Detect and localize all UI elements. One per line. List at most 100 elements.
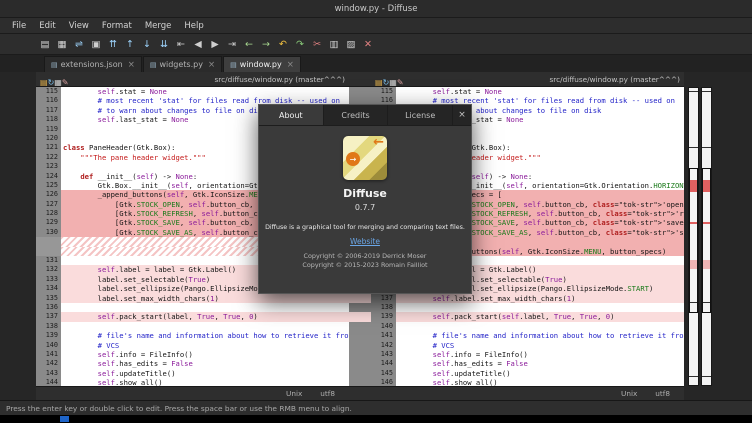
- merge-map-right-column[interactable]: [701, 87, 712, 386]
- menu-format[interactable]: Format: [96, 20, 138, 32]
- right-pane-status: Unix utf8: [371, 386, 684, 400]
- next-tab-button[interactable]: ▶: [208, 37, 222, 52]
- code-line[interactable]: 139 self.pack_start(self.label, True, Tr…: [371, 312, 684, 321]
- website-link[interactable]: Website: [350, 237, 380, 246]
- line-text: self.has_edits = False: [61, 359, 349, 368]
- code-line[interactable]: 142 self.has_edits = False: [36, 359, 349, 368]
- new-2way-merge-button[interactable]: ▤: [38, 37, 52, 52]
- line-number: 137: [36, 312, 61, 321]
- line-number: 128: [36, 209, 61, 218]
- realign-all-button[interactable]: ⇌: [72, 37, 86, 52]
- code-line[interactable]: 143 self.updateTitle(): [36, 369, 349, 378]
- first-tab-button[interactable]: ⇤: [174, 37, 188, 52]
- line-number: 142: [371, 341, 396, 350]
- dialog-tab-license[interactable]: License: [388, 105, 453, 125]
- previous-difference-button[interactable]: ↑: [123, 37, 137, 52]
- code-line[interactable]: 141 self.info = FileInfo(): [36, 350, 349, 359]
- new-3way-merge-button[interactable]: ▦: [55, 37, 69, 52]
- code-line[interactable]: 141 # file's name and information about …: [371, 331, 684, 340]
- pane-save-as-button[interactable]: ✎: [397, 78, 404, 87]
- code-line[interactable]: 137 self.pack_start(label, True, True, 0…: [36, 312, 349, 321]
- pane-save-button[interactable]: ▦: [54, 78, 62, 87]
- code-line[interactable]: 140 # VCS: [36, 341, 349, 350]
- diff-band: [349, 294, 371, 303]
- code-line[interactable]: 137 self.label.set_max_width_chars(1): [371, 294, 684, 303]
- menu-help[interactable]: Help: [178, 20, 209, 32]
- copy-selection-right-button[interactable]: →: [259, 37, 273, 52]
- menu-view[interactable]: View: [63, 20, 95, 32]
- code-line[interactable]: 144 self.has_edits = False: [371, 359, 684, 368]
- code-line[interactable]: 115 self.stat = None: [36, 87, 349, 96]
- code-line[interactable]: 135 label.set_max_width_chars(1): [36, 294, 349, 303]
- right-pane-file-label: src/diffuse/window.py (master^^^): [406, 75, 680, 84]
- diff-band: [349, 369, 371, 378]
- merge-map-left-column[interactable]: [688, 87, 699, 386]
- copy-selection-left-button[interactable]: ←: [242, 37, 256, 52]
- dialog-close-icon[interactable]: ×: [453, 105, 471, 125]
- line-number: 132: [36, 265, 61, 274]
- pane-save-as-button[interactable]: ✎: [62, 78, 69, 87]
- left-pane-header-icons: ▤↻▦✎: [40, 70, 69, 89]
- left-pane-file-label: src/diffuse/window.py (master^^^): [71, 75, 345, 84]
- merge-map-footer: [686, 387, 714, 400]
- clear-edits-button[interactable]: ✕: [361, 37, 375, 52]
- tab-window.py[interactable]: ▤window.py×: [223, 56, 301, 72]
- menu-file[interactable]: File: [6, 20, 32, 32]
- pane-open-button[interactable]: ▤: [40, 78, 48, 87]
- code-line[interactable]: 144 self.show_all(): [36, 378, 349, 386]
- menu-merge[interactable]: Merge: [139, 20, 178, 32]
- tab-close-icon[interactable]: ×: [128, 60, 135, 70]
- menubar: FileEditViewFormatMergeHelp: [0, 18, 752, 34]
- paste-button[interactable]: ▨: [344, 37, 358, 52]
- diff-gutter-footer: [349, 386, 371, 400]
- screen: { "window": { "title": "window.py - Diff…: [0, 0, 752, 423]
- code-line[interactable]: 115 self.stat = None: [371, 87, 684, 96]
- redo-button[interactable]: ↷: [293, 37, 307, 52]
- dialog-tab-credits[interactable]: Credits: [324, 105, 389, 125]
- previous-tab-button[interactable]: ◀: [191, 37, 205, 52]
- line-text: self.show_all(): [61, 378, 349, 386]
- map-mark: [689, 376, 698, 377]
- tab-close-icon[interactable]: ×: [287, 60, 294, 70]
- dialog-tab-about[interactable]: About: [259, 105, 324, 125]
- line-number: 126: [36, 190, 61, 199]
- line-text: self.updateTitle(): [396, 369, 684, 378]
- line-number: 115: [36, 87, 61, 96]
- cut-button[interactable]: ✂: [310, 37, 324, 52]
- code-line[interactable]: 138: [371, 303, 684, 312]
- menu-edit[interactable]: Edit: [33, 20, 61, 32]
- line-text: self.show_all(): [396, 378, 684, 386]
- left-pane-status: Unix utf8: [36, 386, 349, 400]
- code-line[interactable]: 145 self.updateTitle(): [371, 369, 684, 378]
- line-number: 121: [36, 143, 61, 152]
- line-text: label.set_max_width_chars(1): [61, 294, 349, 303]
- undo-button[interactable]: ↶: [276, 37, 290, 52]
- copyright-line-1: Copyright © 2006-2019 Derrick Moser: [302, 252, 427, 261]
- line-number: 138: [371, 303, 396, 312]
- code-line[interactable]: 136: [36, 303, 349, 312]
- pane-open-button[interactable]: ▤: [375, 78, 383, 87]
- diff-band: [349, 331, 371, 340]
- tab-widgets.py[interactable]: ▤widgets.py×: [143, 56, 222, 72]
- code-line[interactable]: 146 self.show_all(): [371, 378, 684, 386]
- line-text: self.pack_start(label, True, True, 0): [61, 312, 349, 321]
- code-line[interactable]: 140: [371, 322, 684, 331]
- titlebar[interactable]: window.py - Diffuse: [0, 0, 752, 18]
- first-difference-button[interactable]: ⇈: [106, 37, 120, 52]
- line-text: [396, 322, 684, 331]
- next-difference-button[interactable]: ↓: [140, 37, 154, 52]
- line-number: 134: [36, 284, 61, 293]
- line-number: 143: [36, 369, 61, 378]
- last-difference-button[interactable]: ⇊: [157, 37, 171, 52]
- last-tab-button[interactable]: ⇥: [225, 37, 239, 52]
- code-line[interactable]: 143 self.info = FileInfo(): [371, 350, 684, 359]
- copy-button[interactable]: ▥: [327, 37, 341, 52]
- pane-save-button[interactable]: ▦: [389, 78, 397, 87]
- code-line[interactable]: 139 # file's name and information about …: [36, 331, 349, 340]
- tab-close-icon[interactable]: ×: [208, 60, 215, 70]
- code-line[interactable]: 142 # VCS: [371, 341, 684, 350]
- code-line[interactable]: 138: [36, 322, 349, 331]
- file-icon: ▤: [230, 61, 237, 69]
- line-number: 129: [36, 218, 61, 227]
- isolate-button[interactable]: ▣: [89, 37, 103, 52]
